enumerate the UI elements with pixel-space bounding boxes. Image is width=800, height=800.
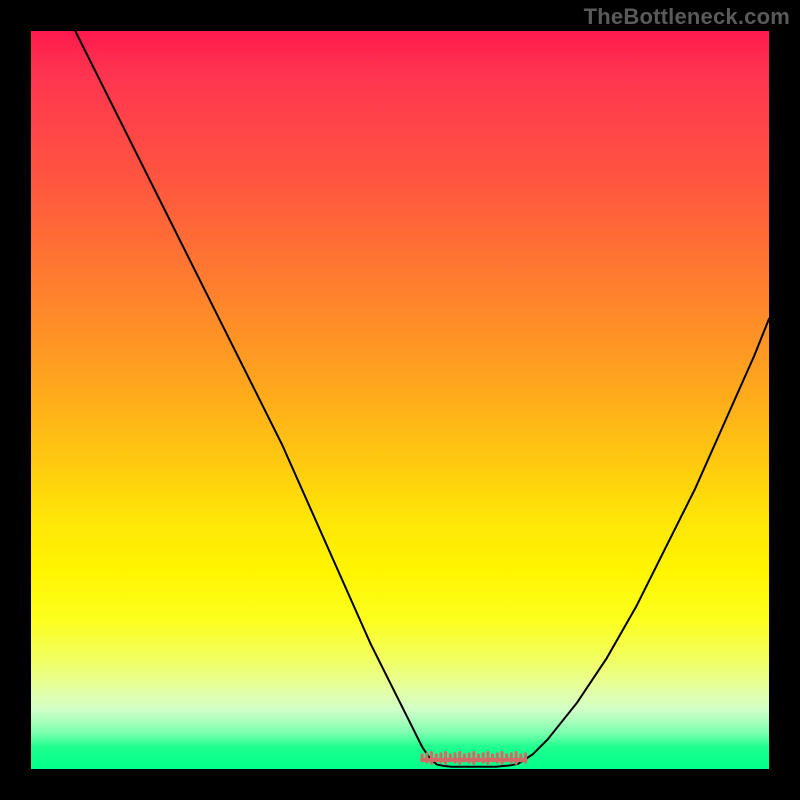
chart-plot (31, 31, 769, 769)
chart-series (75, 31, 769, 767)
chart-floor-marker (422, 753, 525, 764)
bottleneck-curve (75, 31, 769, 767)
watermark-label: TheBottleneck.com (584, 4, 790, 30)
chart-frame: TheBottleneck.com (0, 0, 800, 800)
